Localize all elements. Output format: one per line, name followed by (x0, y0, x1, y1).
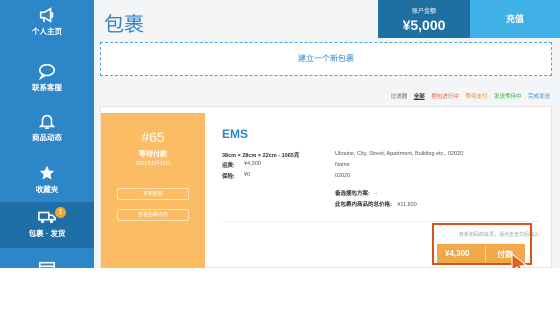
alt-packing-plan-label: 备选捆包方案: (335, 191, 370, 197)
filter-awaiting-payment[interactable]: 等待支付 (465, 94, 487, 100)
filter-packing[interactable]: 捆包进行中 (431, 94, 459, 100)
sidebar-item-label: 个人主页 (32, 27, 62, 36)
carrier-name: EMS (222, 127, 249, 141)
view-contents-button[interactable]: 查看包裹内容 (117, 209, 189, 221)
package-status: 等待付款 (139, 151, 167, 158)
package-dimensions: 38cm × 28cm × 22cm - 1065克 (222, 153, 300, 159)
alt-packing-plan: 备选捆包方案: - (335, 189, 377, 197)
alt-packing-plan-value: - (375, 191, 378, 197)
filter-shipped[interactable]: 完成发送 (528, 94, 550, 100)
delivery-address: Ukraine, City, Street, Apartment, Buildi… (335, 151, 464, 157)
custom-packaging-button[interactable]: 定制包装 (117, 188, 189, 200)
card-icon (38, 261, 56, 268)
sidebar-item-support[interactable]: 联系客服 (0, 56, 94, 100)
postal-code: 02020 (335, 173, 351, 179)
shipping-fee-label: 运费: (222, 163, 235, 169)
megaphone-icon (39, 7, 54, 23)
total-goods-price-label: 此包裹内商品的总价格: (335, 202, 392, 208)
insurance-label: 保险: (222, 174, 235, 180)
recipient-name: Name (335, 162, 350, 168)
chat-bubble-icon (38, 63, 56, 80)
insurance: 保险: ¥0 (222, 172, 250, 180)
divider (222, 221, 540, 222)
recharge-button[interactable]: 充值 (470, 0, 560, 38)
sidebar-item-label: 联系客服 (32, 83, 62, 92)
status-filters: 过滤器 全部 捆包进行中 等待支付 发送等待中 完成发送 (386, 92, 550, 100)
filter-label: 过滤器 (390, 94, 408, 100)
balance-label: 账户金额 (411, 9, 436, 15)
sidebar-item-payments[interactable] (0, 256, 94, 268)
package-date: 2021年5月26日 (135, 161, 171, 167)
bell-icon (38, 114, 56, 130)
package-number: #65 (141, 129, 165, 145)
notification-badge: 1 (55, 207, 66, 218)
page-title: 包裹 (104, 14, 144, 36)
total-goods-price: 此包裹内商品的总价格: ¥11,820 (335, 200, 417, 208)
balance-value: ¥5,000 (402, 17, 446, 33)
app-frame: 个人主页 联系客服 商品动态 收藏夹 1 包裹 · 发货 包裹 账户金额 ¥5,… (0, 0, 560, 268)
package-status-panel: #65 等待付款 2021年5月26日 定制包装 查看包裹内容 (101, 113, 205, 268)
sidebar: 个人主页 联系客服 商品动态 收藏夹 1 包裹 · 发货 (0, 0, 94, 268)
truck-icon (38, 211, 56, 224)
total-goods-price-value: ¥11,820 (397, 202, 417, 208)
account-balance: 账户金额 ¥5,000 (378, 0, 470, 38)
filter-all[interactable]: 全部 (414, 94, 425, 100)
filter-awaiting-shipment[interactable]: 发送等待中 (494, 94, 522, 100)
sidebar-item-label: 商品动态 (32, 133, 62, 142)
sidebar-item-updates[interactable]: 商品动态 (0, 106, 94, 150)
sidebar-item-label: 包裹 · 发货 (28, 229, 66, 238)
create-package-button[interactable]: 建立一个新包裹 (100, 42, 552, 76)
sidebar-item-home[interactable]: 个人主页 (0, 0, 94, 44)
insurance-value: ¥0 (244, 172, 251, 178)
cursor-icon (511, 253, 528, 268)
shipping-fee: 运费: ¥4,300 (222, 161, 261, 169)
shipping-fee-value: ¥4,300 (244, 161, 261, 167)
star-icon (39, 165, 55, 180)
sidebar-item-packages[interactable]: 1 包裹 · 发货 (0, 202, 94, 248)
sidebar-item-label: 收藏夹 (35, 185, 59, 194)
sidebar-item-favorites[interactable]: 收藏夹 (0, 158, 94, 202)
